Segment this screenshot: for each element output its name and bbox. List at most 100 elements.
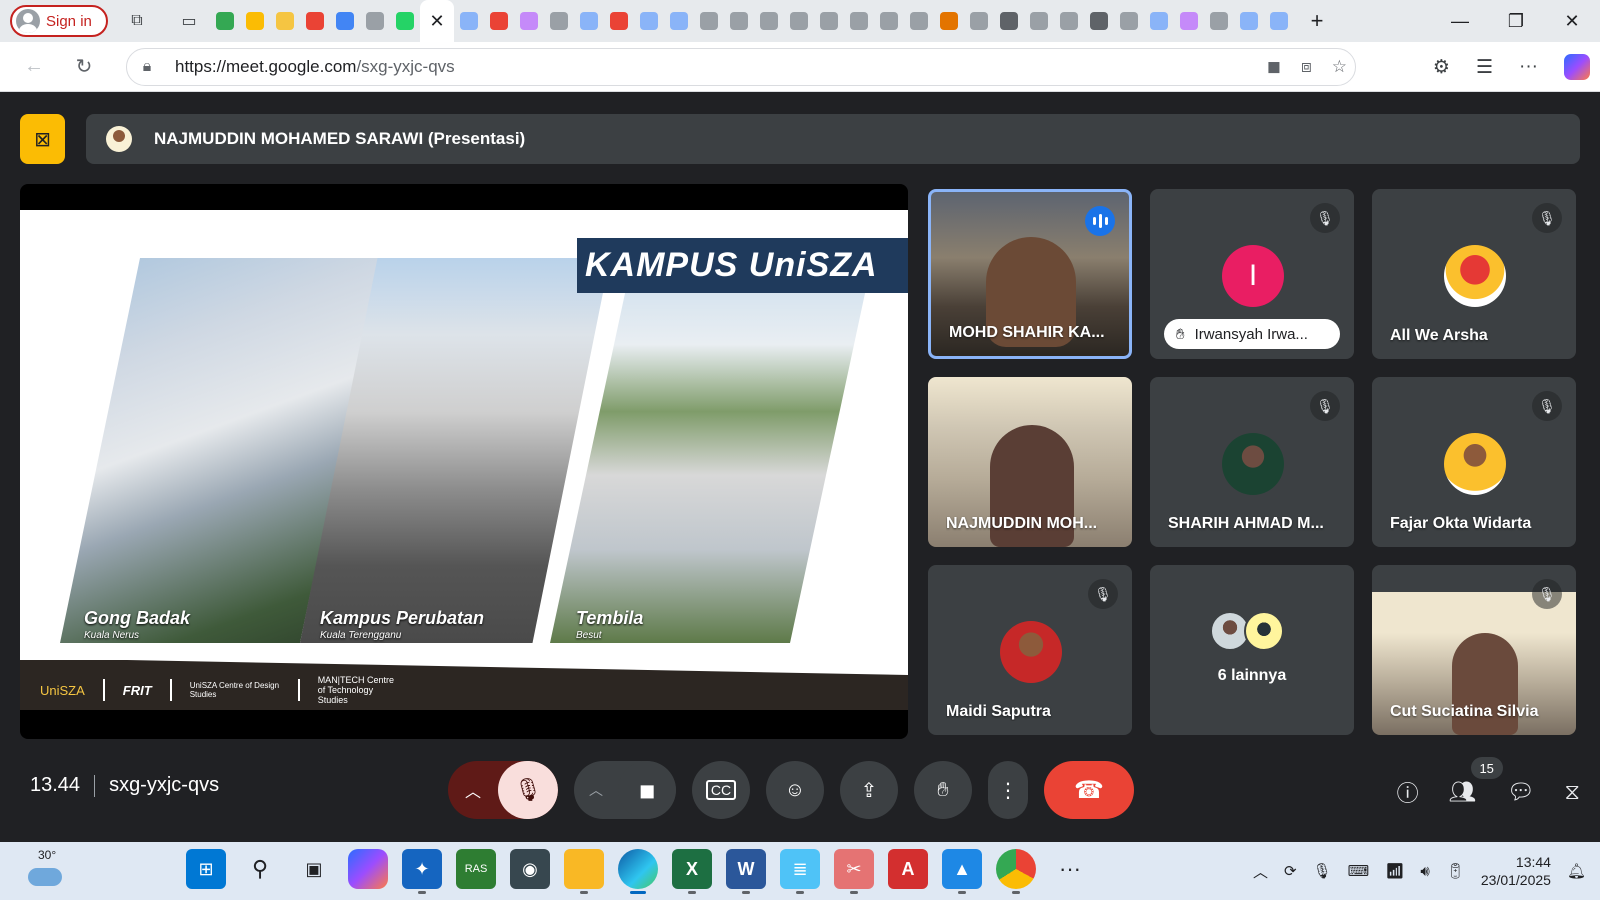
photos-icon[interactable]: ▲: [942, 849, 982, 894]
browser-tab[interactable]: [1264, 0, 1294, 42]
activities-button[interactable]: ⧖: [1565, 779, 1580, 805]
camera-app-icon[interactable]: ◉: [510, 849, 550, 889]
leave-call-button[interactable]: ☎︎: [1044, 761, 1134, 819]
clock[interactable]: 13:44 23/01/2025: [1481, 853, 1551, 889]
browser-tab[interactable]: [544, 0, 574, 42]
browser-tab[interactable]: [1144, 0, 1174, 42]
participant-tile[interactable]: NAJMUDDIN MOH...: [928, 377, 1132, 547]
more-apps-icon[interactable]: ···: [1050, 849, 1090, 889]
edge-browser-icon[interactable]: [618, 849, 658, 894]
browser-tab[interactable]: [1054, 0, 1084, 42]
lock-icon[interactable]: 🔒︎: [127, 58, 167, 76]
acrobat-icon[interactable]: A: [888, 849, 928, 889]
browser-tab[interactable]: [904, 0, 934, 42]
browser-tab[interactable]: [874, 0, 904, 42]
browser-tab[interactable]: [724, 0, 754, 42]
captions-button[interactable]: CC: [692, 761, 750, 819]
microphone-icon[interactable]: 🎙︎: [1313, 862, 1332, 880]
close-window-button[interactable]: ✕: [1544, 0, 1600, 42]
app-available-icon[interactable]: ⧈: [1301, 57, 1312, 77]
reactions-button[interactable]: ☺︎: [766, 761, 824, 819]
raise-hand-button[interactable]: ✋︎: [914, 761, 972, 819]
browser-tab[interactable]: [210, 0, 240, 42]
workspaces-icon[interactable]: ⧉: [122, 6, 152, 36]
browser-tab[interactable]: [574, 0, 604, 42]
browser-tab[interactable]: [604, 0, 634, 42]
browser-tab[interactable]: [300, 0, 330, 42]
browser-tab[interactable]: [484, 0, 514, 42]
participant-tile[interactable]: 🎙︎ Maidi Saputra: [928, 565, 1132, 735]
participant-tile[interactable]: 🎙︎ Cut Suciatina Silvia: [1372, 565, 1576, 735]
restore-button[interactable]: ❐: [1488, 0, 1544, 42]
camera-in-use-icon[interactable]: ◼︎: [1267, 57, 1281, 77]
participant-tile[interactable]: MOHD SHAHIR KA...: [928, 189, 1132, 359]
sync-icon[interactable]: ⟳: [1284, 862, 1297, 880]
start-button[interactable]: ⊞: [186, 849, 226, 889]
meeting-details-button[interactable]: ⓘ: [1397, 776, 1419, 808]
participant-tile[interactable]: 🎙︎ All We Arsha: [1372, 189, 1576, 359]
browser-tab[interactable]: [664, 0, 694, 42]
chat-button[interactable]: 💬︎: [1507, 779, 1535, 805]
browser-tab[interactable]: [1174, 0, 1204, 42]
keyboard-icon[interactable]: ⌨︎: [1348, 862, 1370, 880]
more-options-button[interactable]: ⋮: [988, 761, 1028, 819]
task-view-icon[interactable]: ▣: [294, 849, 334, 889]
browser-tab[interactable]: [814, 0, 844, 42]
extensions-icon[interactable]: ⚙︎: [1433, 56, 1450, 79]
unpin-presentation-button[interactable]: ⊠: [20, 114, 65, 164]
battery-icon[interactable]: 🔋︎: [1446, 862, 1465, 880]
video-settings-chevron-icon[interactable]: ︿: [574, 761, 618, 819]
browser-tab[interactable]: [634, 0, 664, 42]
browser-tab[interactable]: [1114, 0, 1144, 42]
excel-icon[interactable]: X: [672, 849, 712, 894]
back-button[interactable]: ←: [14, 47, 54, 87]
tab-actions-icon[interactable]: ▭: [174, 6, 204, 36]
browser-tab[interactable]: [754, 0, 784, 42]
participant-tile[interactable]: 🎙︎ SHARIH AHMAD M...: [1150, 377, 1354, 547]
search-icon[interactable]: ⚲: [240, 849, 280, 889]
browser-tab[interactable]: [1084, 0, 1114, 42]
browser-tab[interactable]: [1204, 0, 1234, 42]
camera-toggle-button[interactable]: ◼︎: [618, 761, 676, 819]
browser-tab[interactable]: [844, 0, 874, 42]
browser-tab[interactable]: [694, 0, 724, 42]
copilot-icon[interactable]: [1564, 54, 1590, 80]
favorites-icon[interactable]: ☰: [1476, 56, 1493, 79]
browser-tab[interactable]: [270, 0, 300, 42]
url-field[interactable]: 🔒︎ https://meet.google.com/sxg-yxjc-qvs …: [126, 48, 1356, 86]
browser-tab[interactable]: [784, 0, 814, 42]
sign-in-button[interactable]: Sign in: [10, 5, 108, 37]
weather-widget[interactable]: 30°: [28, 848, 68, 894]
show-hidden-icons-chevron-icon[interactable]: ︿: [1253, 861, 1268, 882]
snipping-tool-icon[interactable]: ✂︎: [834, 849, 874, 894]
participant-tile[interactable]: 🎙︎ Fajar Okta Widarta: [1372, 377, 1576, 547]
browser-tab[interactable]: [360, 0, 390, 42]
browser-tab[interactable]: [994, 0, 1024, 42]
chrome-icon[interactable]: [996, 849, 1036, 894]
browser-tab[interactable]: [240, 0, 270, 42]
browser-tab[interactable]: [1234, 0, 1264, 42]
audio-settings-chevron-icon[interactable]: ︿: [448, 761, 498, 819]
volume-icon[interactable]: 🔊︎: [1420, 863, 1429, 880]
browser-tab[interactable]: [330, 0, 360, 42]
people-button[interactable]: 👥︎ 15: [1449, 757, 1503, 805]
browser-tab[interactable]: [514, 0, 544, 42]
browser-tab[interactable]: [964, 0, 994, 42]
more-menu-icon[interactable]: ···: [1519, 56, 1538, 78]
participant-tile[interactable]: 🎙︎ I ✋︎ Irwansyah Irwa...: [1150, 189, 1354, 359]
favorite-star-icon[interactable]: ☆: [1332, 57, 1347, 77]
word-icon[interactable]: W: [726, 849, 766, 894]
wifi-icon[interactable]: 📶︎: [1385, 862, 1404, 880]
notepad-icon[interactable]: ≣: [780, 849, 820, 894]
copilot-app-icon[interactable]: [348, 849, 388, 889]
browser-tab[interactable]: [454, 0, 484, 42]
mic-toggle-button[interactable]: 🎙︎: [498, 761, 558, 819]
minimize-button[interactable]: —: [1432, 0, 1488, 42]
new-tab-button[interactable]: +: [1302, 6, 1332, 36]
present-button[interactable]: ⇪: [840, 761, 898, 819]
app-icon-1[interactable]: ✦: [402, 849, 442, 894]
app-icon-2[interactable]: RAS: [456, 849, 496, 889]
file-explorer-icon[interactable]: [564, 849, 604, 894]
reload-button[interactable]: ↻: [64, 47, 104, 87]
presentation-stage[interactable]: Gong Badak Kuala Nerus Kampus Perubatan …: [20, 184, 908, 739]
